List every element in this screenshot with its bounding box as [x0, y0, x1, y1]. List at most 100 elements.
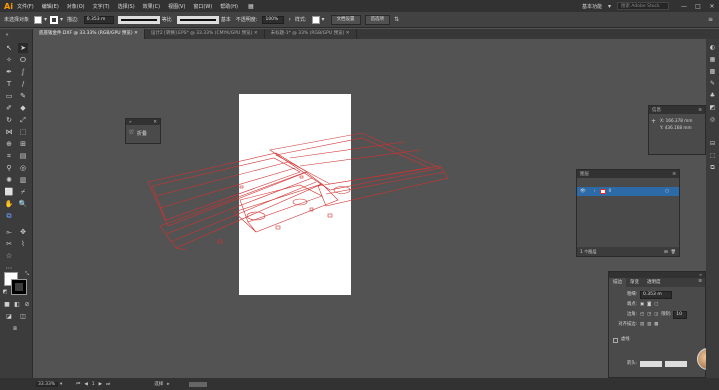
layer-name[interactable]: 0 [609, 189, 612, 194]
menu-view[interactable]: 视图(V) [168, 3, 185, 10]
symbols-panel-icon[interactable]: ♣ [708, 91, 717, 100]
arrange-icon[interactable]: ⇅ [394, 16, 399, 23]
brush-definition[interactable] [176, 15, 219, 24]
butt-cap-icon[interactable]: ▣ [640, 300, 644, 310]
opacity-field[interactable]: 100% [262, 15, 285, 24]
workspace-switcher[interactable]: 基本功能 [582, 3, 602, 10]
tab-transparency[interactable]: 透明度 [643, 278, 665, 287]
width-tool-icon[interactable]: ⋈ [4, 127, 14, 137]
visibility-eye-icon[interactable]: 👁 [580, 189, 586, 194]
close-icon[interactable]: ✕ [153, 120, 157, 125]
slice-tool-icon[interactable]: ⌿ [18, 187, 28, 197]
arrange-documents-icon[interactable]: ▦ [248, 3, 254, 10]
menu-file[interactable]: 文件(F) [17, 3, 34, 10]
default-colors-icon[interactable]: ◩ [0, 287, 10, 297]
next-artboard-icon[interactable]: ▶ [99, 382, 102, 387]
collapse-toolbox-icon[interactable]: « [2, 30, 12, 40]
panel-menu-icon[interactable]: ≡ [672, 172, 676, 177]
free-transform-tool-icon[interactable]: ⬚ [18, 127, 28, 137]
target-icon[interactable]: ○ [665, 189, 669, 194]
menu-window[interactable]: 窗口(W) [193, 3, 212, 10]
align-center-icon[interactable]: ▤ [640, 320, 644, 330]
first-artboard-icon[interactable]: ⏮ [76, 381, 80, 387]
knife-tool-icon[interactable]: ⟜ [4, 227, 14, 237]
color-panel-icon[interactable]: ◐ [708, 43, 717, 52]
align-panel-icon[interactable]: ⊟ [708, 139, 717, 148]
color-mode-icon[interactable]: ■ [2, 300, 12, 310]
arrow-end-select[interactable] [665, 361, 687, 367]
selection-tool-icon[interactable]: ➤ [18, 43, 28, 53]
gradient-mode-icon[interactable]: ◧ [12, 300, 22, 310]
menu-effect[interactable]: 效果(C) [143, 3, 160, 10]
appearance-icon[interactable]: ◎ [708, 115, 717, 124]
weight-field[interactable]: 0.353 m [640, 291, 672, 299]
menu-object[interactable]: 对象(O) [67, 3, 85, 10]
fold-row[interactable]: ⛆ 折叠 [126, 125, 160, 141]
paintbrush-tool-icon[interactable]: ✎ [18, 91, 28, 101]
screen-mode-icon[interactable]: ⧈ [10, 324, 20, 334]
eyedropper-tool-icon[interactable]: ⚲ [4, 163, 14, 173]
fill-swatch[interactable] [34, 15, 43, 24]
chevron-down-icon[interactable]: ▾ [322, 16, 325, 23]
arrow-start-select[interactable] [640, 361, 662, 367]
magic-wand-tool-icon[interactable]: ✧ [4, 55, 14, 65]
tab-gradient[interactable]: 渐变 [626, 278, 643, 287]
rectangle-tool-icon[interactable]: ▭ [4, 91, 14, 101]
maximize-button[interactable]: □ [691, 3, 705, 10]
reshape-tool-icon[interactable]: ⌇ [18, 239, 28, 249]
panel-menu-icon[interactable]: ≡ [698, 108, 702, 113]
last-artboard-icon[interactable]: ⏭ [106, 381, 110, 387]
layers-panel-title[interactable]: 图层 [580, 171, 589, 177]
pathfinder-icon[interactable]: ⧉ [708, 163, 717, 172]
blend-tool-icon[interactable]: ◎ [18, 163, 28, 173]
scissors-tool-icon[interactable]: ✂ [4, 239, 14, 249]
perspective-grid-tool-icon[interactable]: ⊞ [18, 139, 28, 149]
menu-edit[interactable]: 编辑(E) [42, 3, 59, 10]
shaper-tool-icon[interactable]: ✐ [4, 103, 14, 113]
expand-chevron-icon[interactable]: › [594, 189, 596, 194]
menu-select[interactable]: 选择(S) [118, 3, 135, 10]
scale-tool-icon[interactable]: ⤢ [18, 115, 28, 125]
hand-tool-icon[interactable]: ✋ [4, 199, 14, 209]
color-guide-icon[interactable]: ▦ [708, 55, 717, 64]
align-inside-icon[interactable]: ▥ [647, 320, 651, 330]
collapse-icon[interactable]: » [699, 273, 702, 278]
round-cap-icon[interactable]: ◙ [647, 300, 651, 310]
collapse-icon[interactable]: » [129, 120, 132, 125]
curvature-tool-icon[interactable]: ∫ [18, 67, 28, 77]
close-button[interactable]: ✕ [705, 3, 719, 10]
minimize-button[interactable]: — [677, 3, 691, 10]
draw-behind-icon[interactable]: ◫ [18, 312, 28, 322]
close-icon[interactable]: ✕ [254, 31, 258, 36]
horizontal-scrollbar[interactable] [189, 381, 208, 387]
close-icon[interactable]: ✕ [346, 31, 350, 36]
close-icon[interactable]: ✕ [134, 31, 138, 36]
line-tool-icon[interactable]: / [18, 79, 28, 89]
shape-builder-tool-icon[interactable]: ⊕ [4, 139, 14, 149]
transform-panel-icon[interactable]: ⬚ [708, 151, 717, 160]
zoom-tool-icon[interactable]: 🔍 [18, 199, 28, 209]
graphic-styles-icon[interactable]: ◩ [708, 103, 717, 112]
mesh-tool-icon[interactable]: ⌗ [4, 151, 14, 161]
align-outside-icon[interactable]: ▦ [654, 320, 658, 330]
miter-join-icon[interactable]: ◰ [640, 310, 644, 320]
artboard-number[interactable]: 1 [92, 382, 95, 387]
delete-layer-icon[interactable]: 🗑 [671, 249, 676, 255]
column-graph-tool-icon[interactable]: ▥ [18, 175, 28, 185]
prev-artboard-icon[interactable]: ◀ [84, 382, 87, 387]
stock-search-input[interactable]: 搜索 Adobe Stock [617, 2, 669, 10]
direct-selection-tool-icon[interactable]: ↖ [4, 43, 14, 53]
type-tool-icon[interactable]: T [4, 79, 14, 89]
draw-mode-icon[interactable]: ◪ [4, 312, 14, 322]
artboard[interactable] [239, 94, 351, 295]
tab-document-2[interactable]: 设计2 [转换].EPS* @ 33.33% (CMYK/GPU 预览) ✕ [145, 29, 265, 39]
tab-stroke[interactable]: 描边 [609, 278, 626, 287]
crop-image-tool-icon[interactable]: ⧉ [4, 211, 14, 221]
tab-document-1[interactable]: 底座钣金件.DXF @ 33.33% (RGB/GPU 预览) ✕ [33, 29, 145, 39]
swap-colors-icon[interactable]: ⤡ [22, 269, 32, 279]
artboard-tool-icon[interactable]: ⬜ [4, 187, 14, 197]
bevel-join-icon[interactable]: ◲ [654, 310, 658, 320]
chevron-right-icon[interactable]: › [288, 16, 290, 23]
tab-document-3[interactable]: 未标题-1* @ 33% (RGB/GPU 预览) ✕ [265, 29, 357, 39]
dashed-checkbox[interactable] [613, 337, 618, 343]
